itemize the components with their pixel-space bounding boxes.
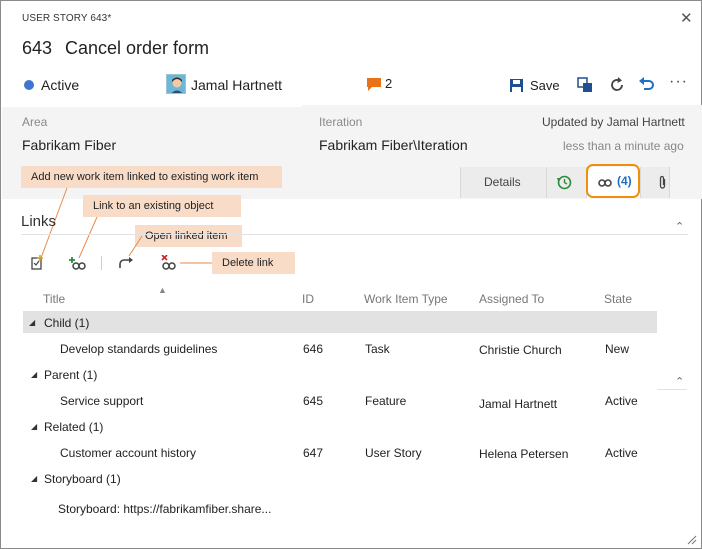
side-divider bbox=[657, 389, 687, 390]
column-header-assigned[interactable]: Assigned To bbox=[479, 292, 544, 306]
group-label: Related (1) bbox=[44, 420, 104, 434]
group-label: Parent (1) bbox=[44, 368, 98, 382]
storyboard-link[interactable]: Storyboard: https://fabrikamfiber.share.… bbox=[58, 502, 271, 516]
group-label: Storyboard (1) bbox=[44, 472, 121, 486]
new-linked-item-icon[interactable] bbox=[30, 255, 45, 273]
link-row-id: 647 bbox=[303, 446, 324, 460]
link-row-type: User Story bbox=[365, 446, 422, 460]
collapse-triangle-icon[interactable]: ◢ bbox=[29, 318, 35, 327]
link-row-state: New bbox=[605, 342, 630, 356]
column-header-title[interactable]: Title bbox=[43, 292, 65, 306]
open-linked-item-icon[interactable] bbox=[119, 257, 134, 272]
links-section-heading: Links bbox=[21, 213, 57, 230]
work-item-dialog: USER STORY 643* ✕ 643 Cancel order form … bbox=[0, 0, 702, 549]
link-row-assigned: Jamal Hartnett bbox=[479, 397, 558, 411]
link-row-title[interactable]: Customer account history bbox=[60, 446, 196, 460]
link-row-title[interactable]: Service support bbox=[60, 394, 143, 408]
link-group-child[interactable] bbox=[23, 311, 657, 333]
resize-grip-icon[interactable] bbox=[687, 534, 697, 548]
sort-ascending-icon[interactable]: ▲ bbox=[158, 285, 167, 295]
link-row-assigned: Christie Church bbox=[479, 343, 562, 357]
collapse-triangle-icon[interactable]: ◢ bbox=[31, 422, 37, 431]
group-label: Child (1) bbox=[44, 316, 90, 330]
link-row-type: Task bbox=[365, 342, 390, 356]
add-existing-link-icon[interactable] bbox=[69, 257, 86, 273]
column-header-id[interactable]: ID bbox=[302, 292, 314, 306]
link-row-title[interactable]: Develop standards guidelines bbox=[60, 342, 217, 356]
delete-link-icon[interactable] bbox=[160, 254, 177, 273]
link-row-assigned: Helena Petersen bbox=[479, 447, 569, 461]
link-row-state: Active bbox=[605, 394, 638, 408]
callout-pointers bbox=[40, 187, 212, 264]
column-header-type[interactable]: Work Item Type bbox=[364, 292, 448, 306]
scroll-up-icon[interactable]: ⌃ bbox=[675, 375, 684, 388]
collapse-triangle-icon[interactable]: ◢ bbox=[31, 370, 37, 379]
collapse-links-icon[interactable]: ⌃ bbox=[675, 220, 684, 233]
column-header-state[interactable]: State bbox=[604, 292, 632, 306]
link-row-type: Feature bbox=[365, 394, 407, 408]
link-row-state: Active bbox=[605, 446, 638, 460]
links-divider bbox=[21, 234, 688, 235]
link-row-id: 645 bbox=[303, 394, 324, 408]
link-row-id: 646 bbox=[303, 342, 324, 356]
toolbar-separator bbox=[101, 256, 102, 270]
collapse-triangle-icon[interactable]: ◢ bbox=[31, 474, 37, 483]
